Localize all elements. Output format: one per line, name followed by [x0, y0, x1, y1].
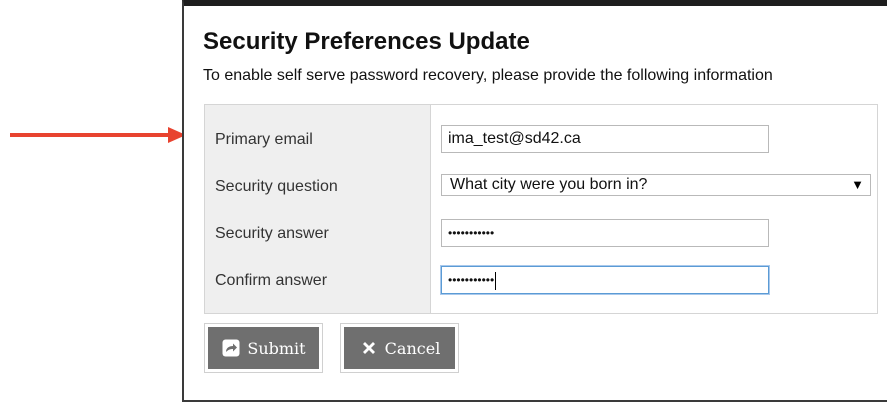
- red-arrow-icon: [10, 127, 186, 143]
- dialog-subtitle: To enable self serve password recovery, …: [203, 67, 773, 84]
- label-column: Primary email Security question Security…: [205, 105, 431, 313]
- security-answer-value: •••••••••••: [448, 226, 495, 240]
- x-icon: [359, 338, 379, 358]
- confirm-answer-label: Confirm answer: [215, 272, 328, 289]
- confirm-answer-value: •••••••••••: [448, 273, 495, 287]
- dialog-title: Security Preferences Update: [203, 28, 530, 55]
- security-preferences-dialog: Security Preferences Update To enable se…: [182, 0, 887, 402]
- cancel-button-label: Cancel: [384, 338, 441, 358]
- submit-button[interactable]: Submit: [205, 324, 322, 372]
- triangle-down-icon: ▼: [851, 177, 864, 192]
- security-question-label: Security question: [215, 178, 338, 195]
- text-caret: [495, 271, 497, 290]
- submit-button-label: Submit: [247, 338, 306, 358]
- dialog-top-edge: [184, 0, 887, 6]
- confirm-answer-input[interactable]: •••••••••••: [441, 266, 769, 294]
- security-question-selected: What city were you born in?: [450, 176, 648, 193]
- primary-email-input[interactable]: [441, 125, 769, 153]
- primary-email-label: Primary email: [215, 131, 313, 148]
- security-answer-input[interactable]: •••••••••••: [441, 219, 769, 247]
- security-answer-label: Security answer: [215, 225, 329, 242]
- security-question-select[interactable]: What city were you born in? ▼: [441, 174, 871, 196]
- share-arrow-icon: [221, 338, 241, 358]
- arrow-shaft: [10, 133, 170, 137]
- screen: Security Preferences Update To enable se…: [0, 0, 887, 404]
- cancel-button[interactable]: Cancel: [341, 324, 458, 372]
- form-panel: Primary email Security question Security…: [204, 104, 878, 314]
